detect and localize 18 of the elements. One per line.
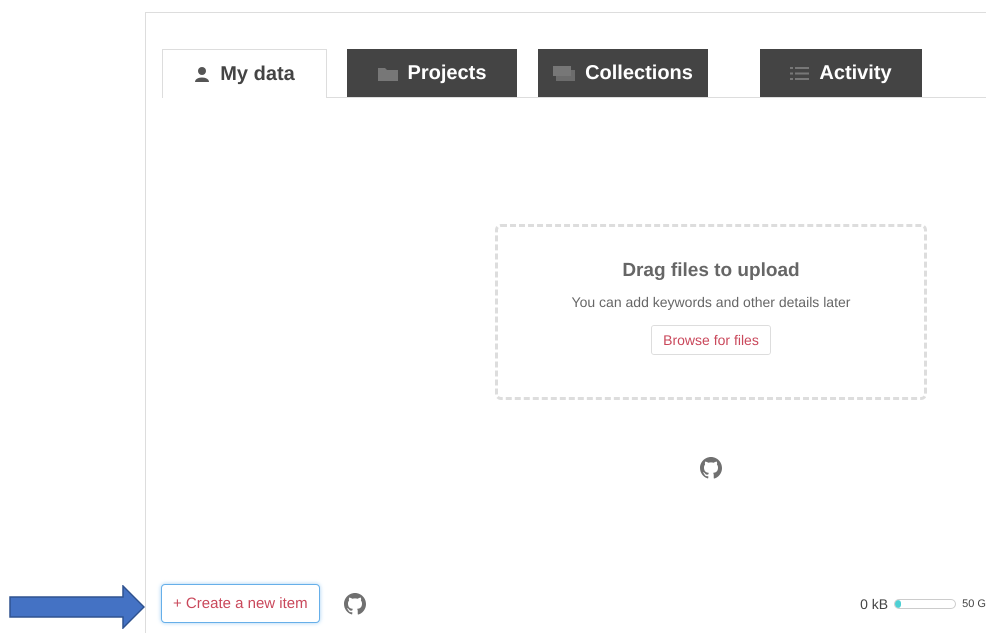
create-item-button[interactable]: + Create a new item <box>161 584 320 623</box>
list-icon <box>790 66 810 80</box>
folder-icon <box>378 66 398 80</box>
stack-icon <box>553 66 576 80</box>
storage-used: 0 kB <box>860 596 888 612</box>
person-icon <box>194 66 210 82</box>
upload-title: Drag files to upload <box>622 260 800 282</box>
github-icon[interactable] <box>344 592 366 614</box>
arrow-icon <box>9 585 145 629</box>
tab[interactable]: Activity <box>760 49 922 97</box>
tab[interactable]: My data <box>162 49 327 98</box>
tab[interactable]: Projects <box>347 49 517 97</box>
upload-hint: You can add keywords and other details later <box>572 294 850 310</box>
upload-dropzone[interactable]: Drag files to upload You can add keywords and other details later Browse for files <box>495 224 927 400</box>
browse-button[interactable]: Browse for files <box>651 325 771 355</box>
storage-total: 50 G <box>962 598 986 610</box>
github-icon[interactable] <box>700 457 722 479</box>
tab[interactable]: Collections <box>538 49 708 97</box>
